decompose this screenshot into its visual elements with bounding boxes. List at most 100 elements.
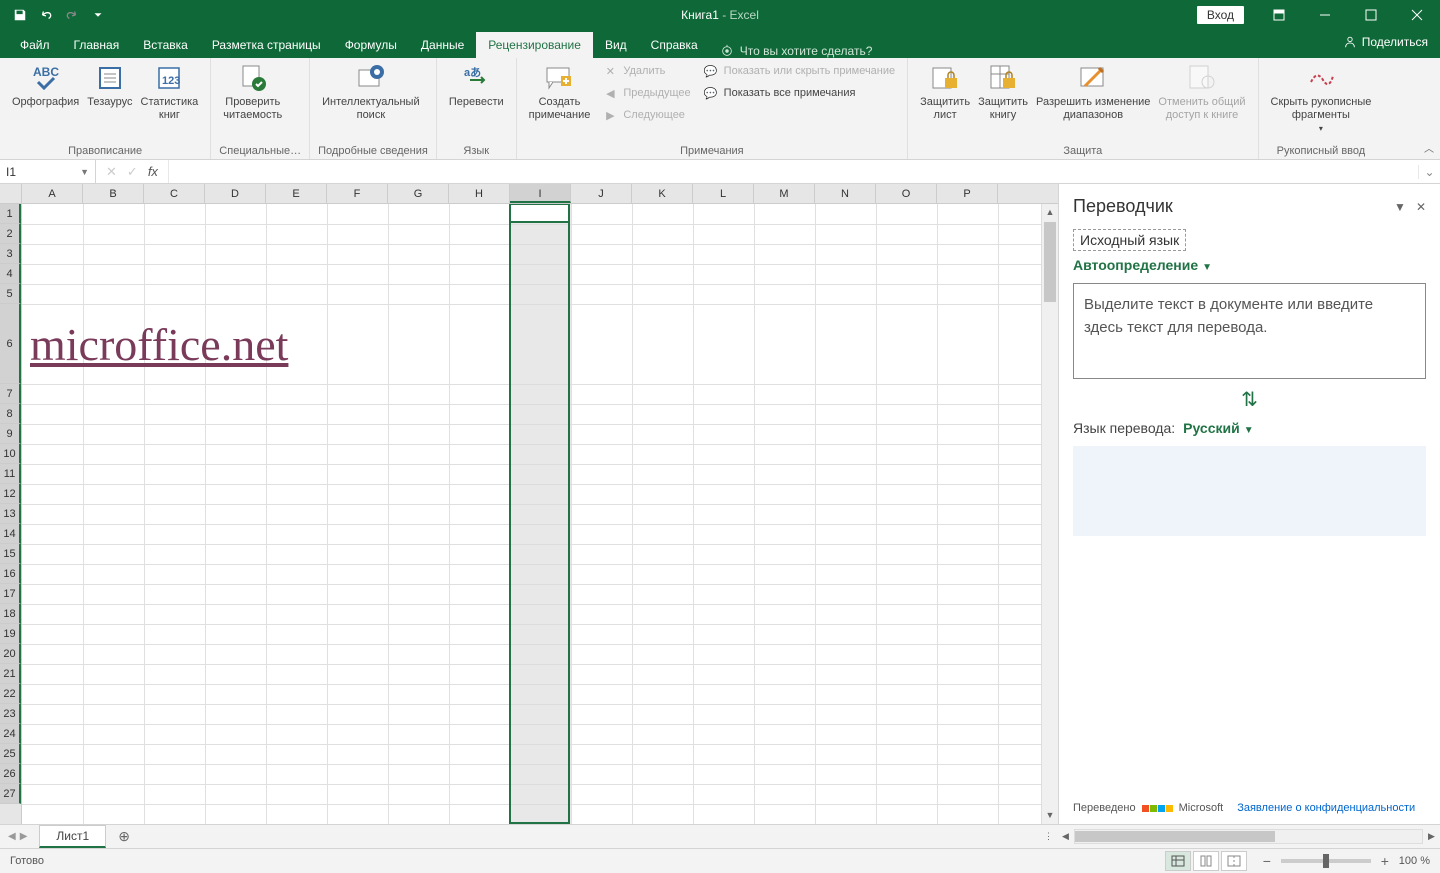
- protect-sheet-button[interactable]: Защитить лист: [916, 60, 974, 124]
- name-box-input[interactable]: [6, 165, 76, 179]
- sheet-nav-prev[interactable]: ◀: [8, 831, 16, 842]
- zoom-in-button[interactable]: +: [1377, 853, 1393, 869]
- allow-edit-ranges-button[interactable]: Разрешить изменение диапазонов: [1032, 60, 1154, 124]
- row-header[interactable]: 23: [0, 704, 21, 724]
- show-all-comments-button[interactable]: 💬Показать все примечания: [699, 82, 899, 104]
- collapse-ribbon-button[interactable]: ︿: [1424, 140, 1434, 155]
- swap-languages-button[interactable]: ⇅: [1073, 387, 1426, 412]
- pane-close-button[interactable]: ✕: [1416, 200, 1426, 214]
- target-language-selector[interactable]: Русский▼: [1183, 420, 1253, 436]
- column-header[interactable]: L: [693, 184, 754, 203]
- hide-ink-button[interactable]: Скрыть рукописные фрагменты ▾: [1267, 60, 1376, 137]
- column-header[interactable]: M: [754, 184, 815, 203]
- page-layout-view-button[interactable]: [1193, 851, 1219, 871]
- ribbon-display-options-button[interactable]: [1256, 0, 1302, 30]
- scroll-down-button[interactable]: ▼: [1042, 807, 1058, 824]
- row-header[interactable]: 15: [0, 544, 21, 564]
- row-header[interactable]: 6: [0, 304, 21, 384]
- tab-home[interactable]: Главная: [62, 32, 132, 58]
- protect-workbook-button[interactable]: Защитить книгу: [974, 60, 1032, 124]
- row-header[interactable]: 12: [0, 484, 21, 504]
- sheet-tab-1[interactable]: Лист1: [39, 825, 106, 848]
- pane-options-button[interactable]: ▼: [1394, 200, 1406, 214]
- insert-function-button[interactable]: fx: [148, 164, 158, 179]
- close-button[interactable]: [1394, 0, 1440, 30]
- tab-view[interactable]: Вид: [593, 32, 639, 58]
- row-header[interactable]: 24: [0, 724, 21, 744]
- hscroll-right[interactable]: ▶: [1423, 831, 1440, 842]
- add-sheet-button[interactable]: ⊕: [112, 828, 136, 845]
- tab-review[interactable]: Рецензирование: [476, 32, 593, 58]
- undo-button[interactable]: [34, 3, 58, 27]
- new-comment-button[interactable]: Создать примечание: [525, 60, 595, 124]
- row-header[interactable]: 26: [0, 764, 21, 784]
- select-all-corner[interactable]: [0, 184, 22, 203]
- tab-file[interactable]: Файл: [8, 32, 62, 58]
- tab-help[interactable]: Справка: [639, 32, 710, 58]
- tab-formulas[interactable]: Формулы: [333, 32, 409, 58]
- column-header[interactable]: N: [815, 184, 876, 203]
- zoom-out-button[interactable]: −: [1259, 853, 1275, 869]
- column-header[interactable]: I: [510, 184, 571, 203]
- row-header[interactable]: 13: [0, 504, 21, 524]
- zoom-slider[interactable]: [1281, 859, 1371, 863]
- source-text-box[interactable]: Выделите текст в документе или введите з…: [1073, 283, 1426, 379]
- row-header[interactable]: 5: [0, 284, 21, 304]
- enter-formula-button[interactable]: ✓: [127, 164, 138, 180]
- column-header[interactable]: G: [388, 184, 449, 203]
- column-header[interactable]: C: [144, 184, 205, 203]
- column-header[interactable]: D: [205, 184, 266, 203]
- name-box-dropdown[interactable]: ▼: [80, 167, 89, 177]
- column-header[interactable]: H: [449, 184, 510, 203]
- row-header[interactable]: 4: [0, 264, 21, 284]
- zoom-level[interactable]: 100 %: [1399, 855, 1430, 867]
- row-header[interactable]: 9: [0, 424, 21, 444]
- hscroll-grip[interactable]: ⋮: [1040, 831, 1057, 842]
- cells-area[interactable]: microffice.net: [22, 204, 1058, 824]
- qat-customize-button[interactable]: [86, 3, 110, 27]
- tab-layout[interactable]: Разметка страницы: [200, 32, 333, 58]
- source-language-selector[interactable]: Автоопределение▼: [1073, 257, 1426, 273]
- cancel-formula-button[interactable]: ✕: [106, 164, 117, 180]
- row-header[interactable]: 14: [0, 524, 21, 544]
- row-header[interactable]: 21: [0, 664, 21, 684]
- scroll-up-button[interactable]: ▲: [1042, 204, 1058, 221]
- normal-view-button[interactable]: [1165, 851, 1191, 871]
- check-accessibility-button[interactable]: Проверить читаемость: [219, 60, 286, 124]
- tell-me-search[interactable]: Что вы хотите сделать?: [720, 44, 873, 58]
- spelling-button[interactable]: ABC Орфография: [8, 60, 83, 111]
- row-header[interactable]: 16: [0, 564, 21, 584]
- maximize-button[interactable]: [1348, 0, 1394, 30]
- vertical-scrollbar[interactable]: ▲ ▼: [1041, 204, 1058, 824]
- column-header[interactable]: J: [571, 184, 632, 203]
- redo-button[interactable]: [60, 3, 84, 27]
- scroll-thumb[interactable]: [1044, 222, 1056, 302]
- translate-button[interactable]: aあ Перевести: [445, 60, 508, 111]
- column-header[interactable]: F: [327, 184, 388, 203]
- row-header[interactable]: 27: [0, 784, 21, 804]
- hscroll-track[interactable]: [1074, 829, 1423, 844]
- save-button[interactable]: [8, 3, 32, 27]
- share-button[interactable]: Поделиться: [1343, 35, 1428, 49]
- horizontal-scrollbar[interactable]: ⋮ ◀ ▶: [1040, 828, 1440, 845]
- tab-data[interactable]: Данные: [409, 32, 476, 58]
- row-header[interactable]: 25: [0, 744, 21, 764]
- row-header[interactable]: 3: [0, 244, 21, 264]
- thesaurus-button[interactable]: Тезаурус: [83, 60, 136, 111]
- row-header[interactable]: 20: [0, 644, 21, 664]
- row-header[interactable]: 22: [0, 684, 21, 704]
- name-box[interactable]: ▼: [0, 160, 96, 183]
- sheet-nav-next[interactable]: ▶: [20, 831, 28, 842]
- column-header[interactable]: P: [937, 184, 998, 203]
- row-header[interactable]: 17: [0, 584, 21, 604]
- smart-lookup-button[interactable]: Интеллектуальный поиск: [318, 60, 423, 124]
- minimize-button[interactable]: [1302, 0, 1348, 30]
- workbook-stats-button[interactable]: 123 Статистика книг: [137, 60, 203, 124]
- hscroll-thumb[interactable]: [1075, 831, 1275, 842]
- zoom-handle[interactable]: [1323, 854, 1329, 868]
- row-header[interactable]: 2: [0, 224, 21, 244]
- row-header[interactable]: 8: [0, 404, 21, 424]
- row-header[interactable]: 19: [0, 624, 21, 644]
- column-header[interactable]: E: [266, 184, 327, 203]
- column-header[interactable]: B: [83, 184, 144, 203]
